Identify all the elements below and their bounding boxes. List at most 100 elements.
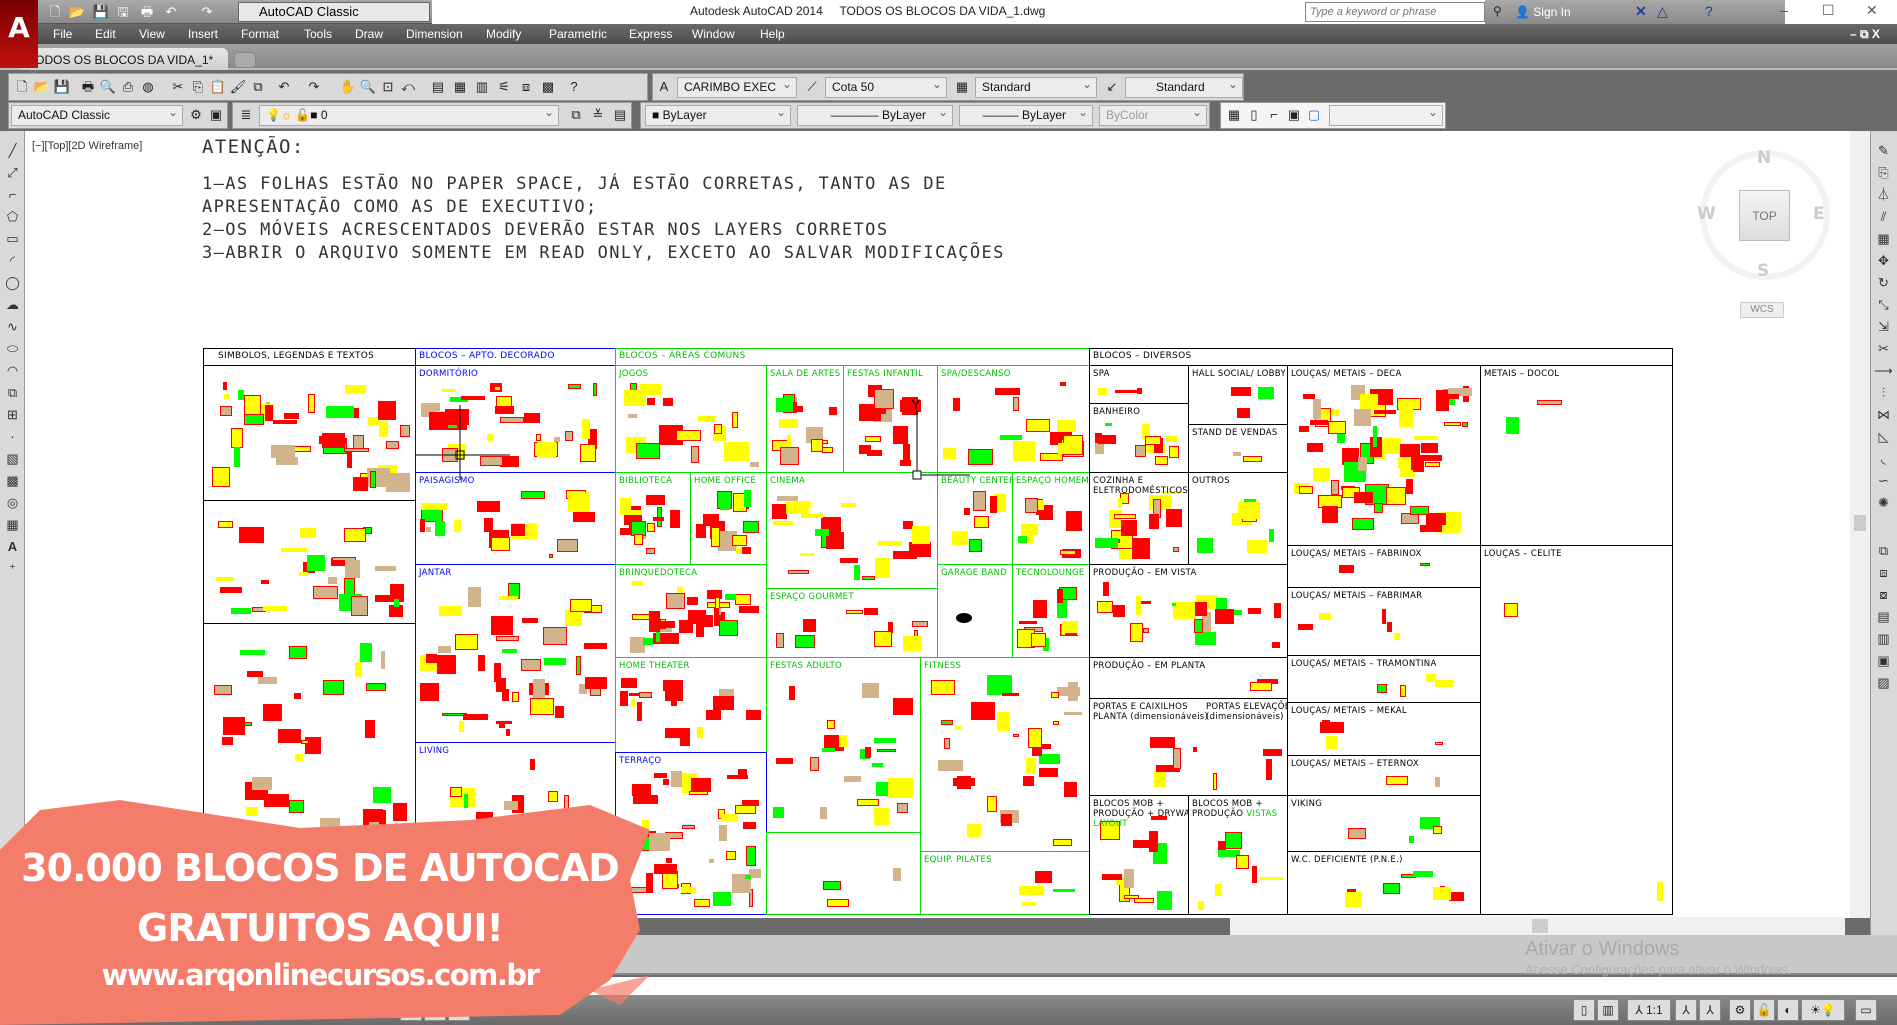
3d-dwf-icon[interactable]: ◍	[139, 78, 157, 96]
save-icon[interactable]: 💾	[53, 78, 71, 96]
hatch-icon[interactable]: ▧	[3, 449, 22, 468]
chamfer-icon[interactable]: ◺	[1874, 427, 1893, 446]
tool-palettes-icon[interactable]: ▥	[473, 78, 491, 96]
trim-icon[interactable]: ✂	[1874, 339, 1893, 358]
redo-icon[interactable]: ↷	[305, 78, 323, 96]
menu-tools[interactable]: Tools	[304, 27, 332, 41]
table-icon[interactable]: ▦	[3, 515, 22, 534]
workspace-switch-icon[interactable]: ⚙	[1729, 999, 1751, 1021]
add-selected-icon[interactable]: ⁺	[3, 559, 22, 578]
save-as-icon[interactable]: 🖫	[114, 3, 132, 21]
line-icon[interactable]: ╱	[3, 141, 22, 160]
mirror-icon[interactable]: ⏃	[1874, 185, 1893, 204]
ellipse-icon[interactable]: ⬭	[3, 339, 22, 358]
table-style-dropdown[interactable]: Standard	[975, 75, 1097, 98]
draworder-front-icon[interactable]: ⧈	[1874, 563, 1893, 582]
ellipse-arc-icon[interactable]: ◠	[3, 361, 22, 380]
publish-icon[interactable]: ⎙	[119, 78, 137, 96]
new-icon[interactable]: 🗋	[46, 3, 64, 21]
break-icon[interactable]: ⫶	[1874, 383, 1893, 402]
scale-icon[interactable]: ⤡	[1874, 295, 1893, 314]
text-front-icon[interactable]: ▤	[1874, 607, 1893, 626]
viewport-scale-dropdown[interactable]	[1329, 103, 1443, 126]
annotation-scale[interactable]: ⅄ 1:1	[1627, 999, 1671, 1021]
lock-icon[interactable]: 🔓	[1753, 999, 1775, 1021]
new-icon[interactable]: 🗋	[13, 78, 31, 96]
close-button[interactable]: ✕	[1866, 2, 1878, 19]
customize-icon[interactable]: ▣	[207, 106, 225, 124]
polyline-icon[interactable]: ⌐	[3, 185, 22, 204]
bring-above-icon[interactable]: ▣	[1874, 651, 1893, 670]
isolate-objects-icon[interactable]: ☀💡	[1801, 999, 1845, 1021]
move-icon[interactable]: ✥	[1874, 251, 1893, 270]
region-icon[interactable]: ◎	[3, 493, 22, 512]
cut-icon[interactable]: ✂	[169, 78, 187, 96]
menu-help[interactable]: Help	[760, 27, 785, 41]
compass-west[interactable]: W	[1697, 204, 1716, 224]
zoom-previous-icon[interactable]: ⤺	[399, 78, 417, 96]
layer-dropdown[interactable]: 💡☼ 🔓■ 0	[259, 103, 559, 126]
banner-line-1[interactable]: 30.000 BLOCOS DE AUTOCAD	[0, 846, 640, 890]
mleader-style-icon[interactable]: ↙	[1103, 78, 1121, 96]
design-center-icon[interactable]: ▦	[451, 78, 469, 96]
stretch-icon[interactable]: ⇲	[1874, 317, 1893, 336]
exchange-icon[interactable]: ✕	[1635, 3, 1647, 20]
workspace-settings-icon[interactable]: ⚙	[187, 106, 205, 124]
compass-east[interactable]: E	[1813, 204, 1825, 224]
clean-screen-icon[interactable]: ▭	[1855, 999, 1877, 1021]
horizontal-scrollbar[interactable]	[1230, 917, 1845, 935]
sign-in[interactable]: 👤 Sign In	[1515, 5, 1571, 19]
mtext-icon[interactable]: A	[3, 537, 22, 556]
menu-parametric[interactable]: Parametric	[549, 27, 607, 41]
zoom-realtime-icon[interactable]: 🔍	[359, 78, 377, 96]
extend-icon[interactable]: ⟶	[1874, 361, 1893, 380]
copy-object-icon[interactable]: ⎘	[1874, 163, 1893, 182]
dim-style-dropdown[interactable]: Cota 50	[825, 75, 947, 98]
block-editor-icon[interactable]: ⧉	[249, 78, 267, 96]
offset-icon[interactable]: ⫽	[1874, 207, 1893, 226]
plot-icon[interactable]: 🖶	[79, 78, 97, 96]
menu-modify[interactable]: Modify	[486, 27, 521, 41]
minimize-button[interactable]: –	[1780, 2, 1788, 18]
hscroll-thumb[interactable]	[1532, 919, 1548, 933]
array-icon[interactable]: ▦	[1874, 229, 1893, 248]
paste-icon[interactable]: 📋	[209, 78, 227, 96]
zoom-window-icon[interactable]: ⊡	[379, 78, 397, 96]
menu-draw[interactable]: Draw	[355, 27, 383, 41]
text-style-icon[interactable]: A	[655, 78, 673, 96]
hardware-accel-icon[interactable]: ◐	[1777, 999, 1799, 1021]
linetype-dropdown[interactable]: ———— ByLayer	[797, 103, 953, 126]
explode-icon[interactable]: ✺	[1874, 493, 1893, 512]
help-icon[interactable]: ?	[565, 78, 583, 96]
model-icon[interactable]: ▯	[1573, 999, 1595, 1021]
layer-properties-icon[interactable]: ≣	[237, 106, 255, 124]
compass-south[interactable]: S	[1757, 261, 1769, 281]
construction-line-icon[interactable]: ⤢	[3, 163, 22, 182]
doc-window-controls[interactable]: – ⧉ X	[1850, 27, 1880, 42]
menu-view[interactable]: View	[139, 27, 165, 41]
pan-icon[interactable]: ✋	[339, 78, 357, 96]
menu-insert[interactable]: Insert	[188, 27, 218, 41]
properties-icon[interactable]: ▤	[429, 78, 447, 96]
annotation-visibility-icon[interactable]: ⅄	[1675, 999, 1697, 1021]
viewport-scale-icon[interactable]: ▢	[1305, 106, 1323, 124]
insert-block-icon[interactable]: ⧉	[3, 383, 22, 402]
copy-icon[interactable]: ⎘	[189, 78, 207, 96]
undo-icon[interactable]: ↶	[162, 3, 180, 21]
layout-icon[interactable]: ▥	[1597, 999, 1619, 1021]
plot-preview-icon[interactable]: 🔍	[99, 78, 117, 96]
rectangle-icon[interactable]: ▭	[3, 229, 22, 248]
workspace-dropdown[interactable]: AutoCAD Classic	[238, 2, 430, 22]
search-input[interactable]	[1305, 2, 1485, 22]
fillet-icon[interactable]: ◟	[1874, 449, 1893, 468]
polygonal-viewport-icon[interactable]: ⌐	[1265, 106, 1283, 124]
vertical-scrollbar[interactable]	[1850, 131, 1870, 918]
markup-icon[interactable]: ⧈	[517, 78, 535, 96]
autocad-logo-icon[interactable]: A	[0, 0, 38, 68]
text-style-dropdown[interactable]: CARIMBO EXEC	[677, 75, 797, 98]
banner-line-2[interactable]: GRATUITOS AQUI!	[0, 906, 640, 950]
viewcube-top-face[interactable]: TOP	[1739, 190, 1790, 241]
print-icon[interactable]: 🖶	[138, 3, 156, 21]
clip-viewport-icon[interactable]: ▣	[1285, 106, 1303, 124]
binoculars-icon[interactable]: ⚲	[1493, 4, 1502, 18]
